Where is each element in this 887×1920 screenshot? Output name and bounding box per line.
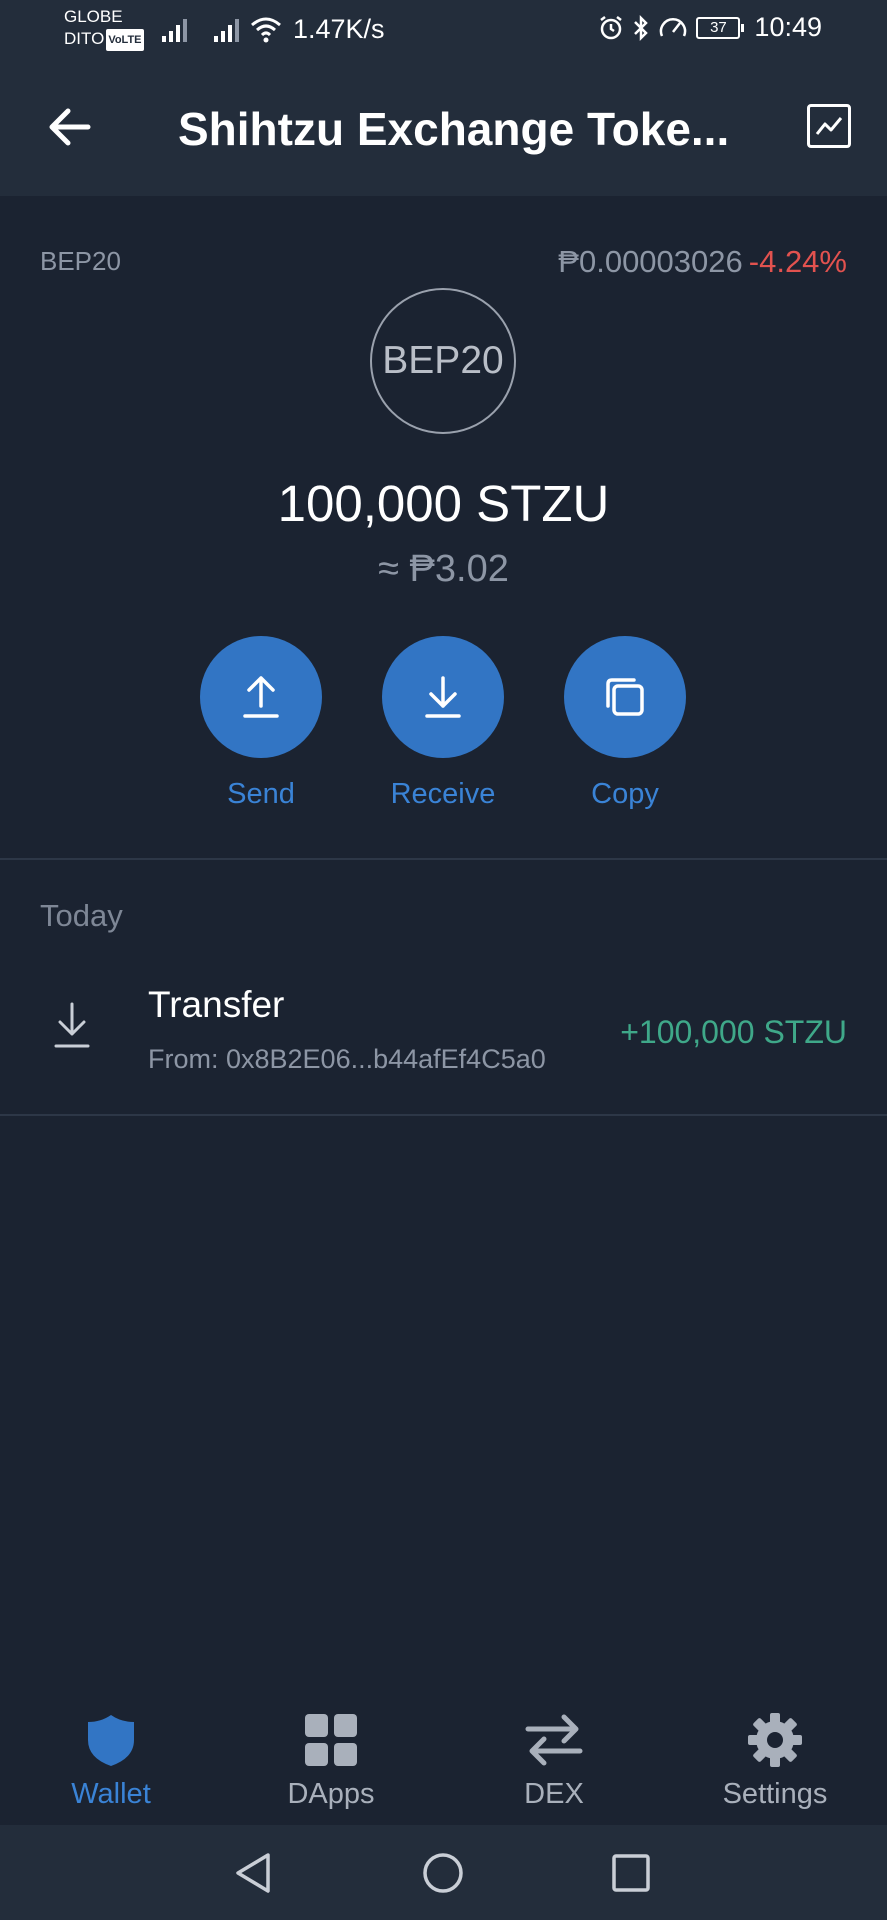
wifi-icon: [251, 17, 281, 43]
token-logo: BEP20: [370, 288, 516, 434]
receive-circle[interactable]: [382, 636, 504, 758]
copy-label: Copy: [591, 778, 659, 810]
fiat-balance: ≈ ₱3.02: [378, 548, 509, 590]
token-price: ₱0.00003026 -4.24%: [558, 244, 847, 280]
price-value: ₱0.00003026: [558, 244, 743, 279]
app-bar: Shihtzu Exchange Toke...: [0, 62, 887, 196]
battery-icon: 37: [696, 16, 745, 39]
alarm-icon: [600, 15, 623, 39]
nav-wallet[interactable]: Wallet: [21, 1710, 201, 1811]
status-bar: GLOBE DITO VoLTE 1.47K/s 37 10:49: [0, 0, 887, 62]
nav-dex[interactable]: DEX: [464, 1710, 644, 1811]
download-arrow-icon: [54, 1002, 90, 1048]
receive-label: Receive: [390, 778, 496, 810]
nav-settings-label: Settings: [722, 1778, 828, 1810]
copy-button[interactable]: Copy: [545, 636, 705, 811]
send-button[interactable]: Send: [181, 636, 341, 811]
token-balance: 100,000 STZU: [277, 475, 610, 532]
price-change: -4.24%: [748, 244, 847, 279]
transaction-from: From: 0x8B2E06...b44afEf4C5a0: [148, 1044, 546, 1074]
row-divider: [0, 1114, 887, 1116]
volte-badge: VoLTE: [106, 28, 144, 51]
system-nav-bar: [0, 1825, 887, 1920]
send-label: Send: [227, 778, 295, 810]
status-icons: 37 10:49: [598, 12, 822, 43]
carrier-name-2: DITO: [64, 29, 105, 48]
send-circle[interactable]: [200, 636, 322, 758]
net-speed: 1.47K/s: [293, 14, 385, 44]
shield-icon: [88, 1715, 134, 1766]
nav-dapps[interactable]: DApps: [241, 1710, 421, 1811]
carrier-name-1: GLOBE: [64, 7, 123, 26]
nav-settings[interactable]: Settings: [685, 1710, 865, 1811]
page-title: Shihtzu Exchange Toke...: [178, 103, 730, 155]
transaction-type: Transfer: [148, 984, 285, 1025]
download-arrow-icon: [425, 676, 461, 718]
receive-button[interactable]: Receive: [363, 636, 523, 811]
home-circle-icon[interactable]: [420, 1850, 466, 1896]
date-section-header: Today: [40, 898, 123, 933]
recents-square-icon[interactable]: [608, 1850, 654, 1896]
chart-icon: [815, 117, 843, 135]
nav-wallet-label: Wallet: [71, 1778, 151, 1810]
nav-dex-label: DEX: [524, 1778, 584, 1810]
section-divider: [0, 858, 887, 860]
network-label: BEP20: [40, 246, 121, 276]
carrier-info: GLOBE DITO VoLTE: [64, 6, 144, 51]
bluetooth-icon: [634, 14, 649, 41]
signal-icon-2: [214, 19, 239, 42]
nav-dapps-label: DApps: [287, 1778, 375, 1810]
bottom-nav: Wallet DApps DEX Settings: [0, 1680, 887, 1825]
clock: 10:49: [754, 12, 822, 42]
back-arrow-icon[interactable]: [44, 102, 94, 152]
upload-arrow-icon: [243, 676, 279, 718]
price-chart-button[interactable]: [807, 104, 851, 148]
transaction-row[interactable]: Transfer From: 0x8B2E06...b44afEf4C5a0 +…: [0, 970, 887, 1090]
grid-icon: [305, 1714, 357, 1766]
transaction-amount: +100,000 STZU: [620, 1014, 847, 1050]
gear-icon: [748, 1713, 802, 1767]
signal-icon: [162, 19, 187, 42]
action-row: Send Receive Copy: [0, 636, 887, 826]
copy-icon: [606, 678, 644, 716]
copy-circle[interactable]: [564, 636, 686, 758]
swap-arrows-icon: [525, 1714, 583, 1766]
back-triangle-icon[interactable]: [230, 1850, 276, 1896]
speedometer-icon: [660, 17, 687, 36]
